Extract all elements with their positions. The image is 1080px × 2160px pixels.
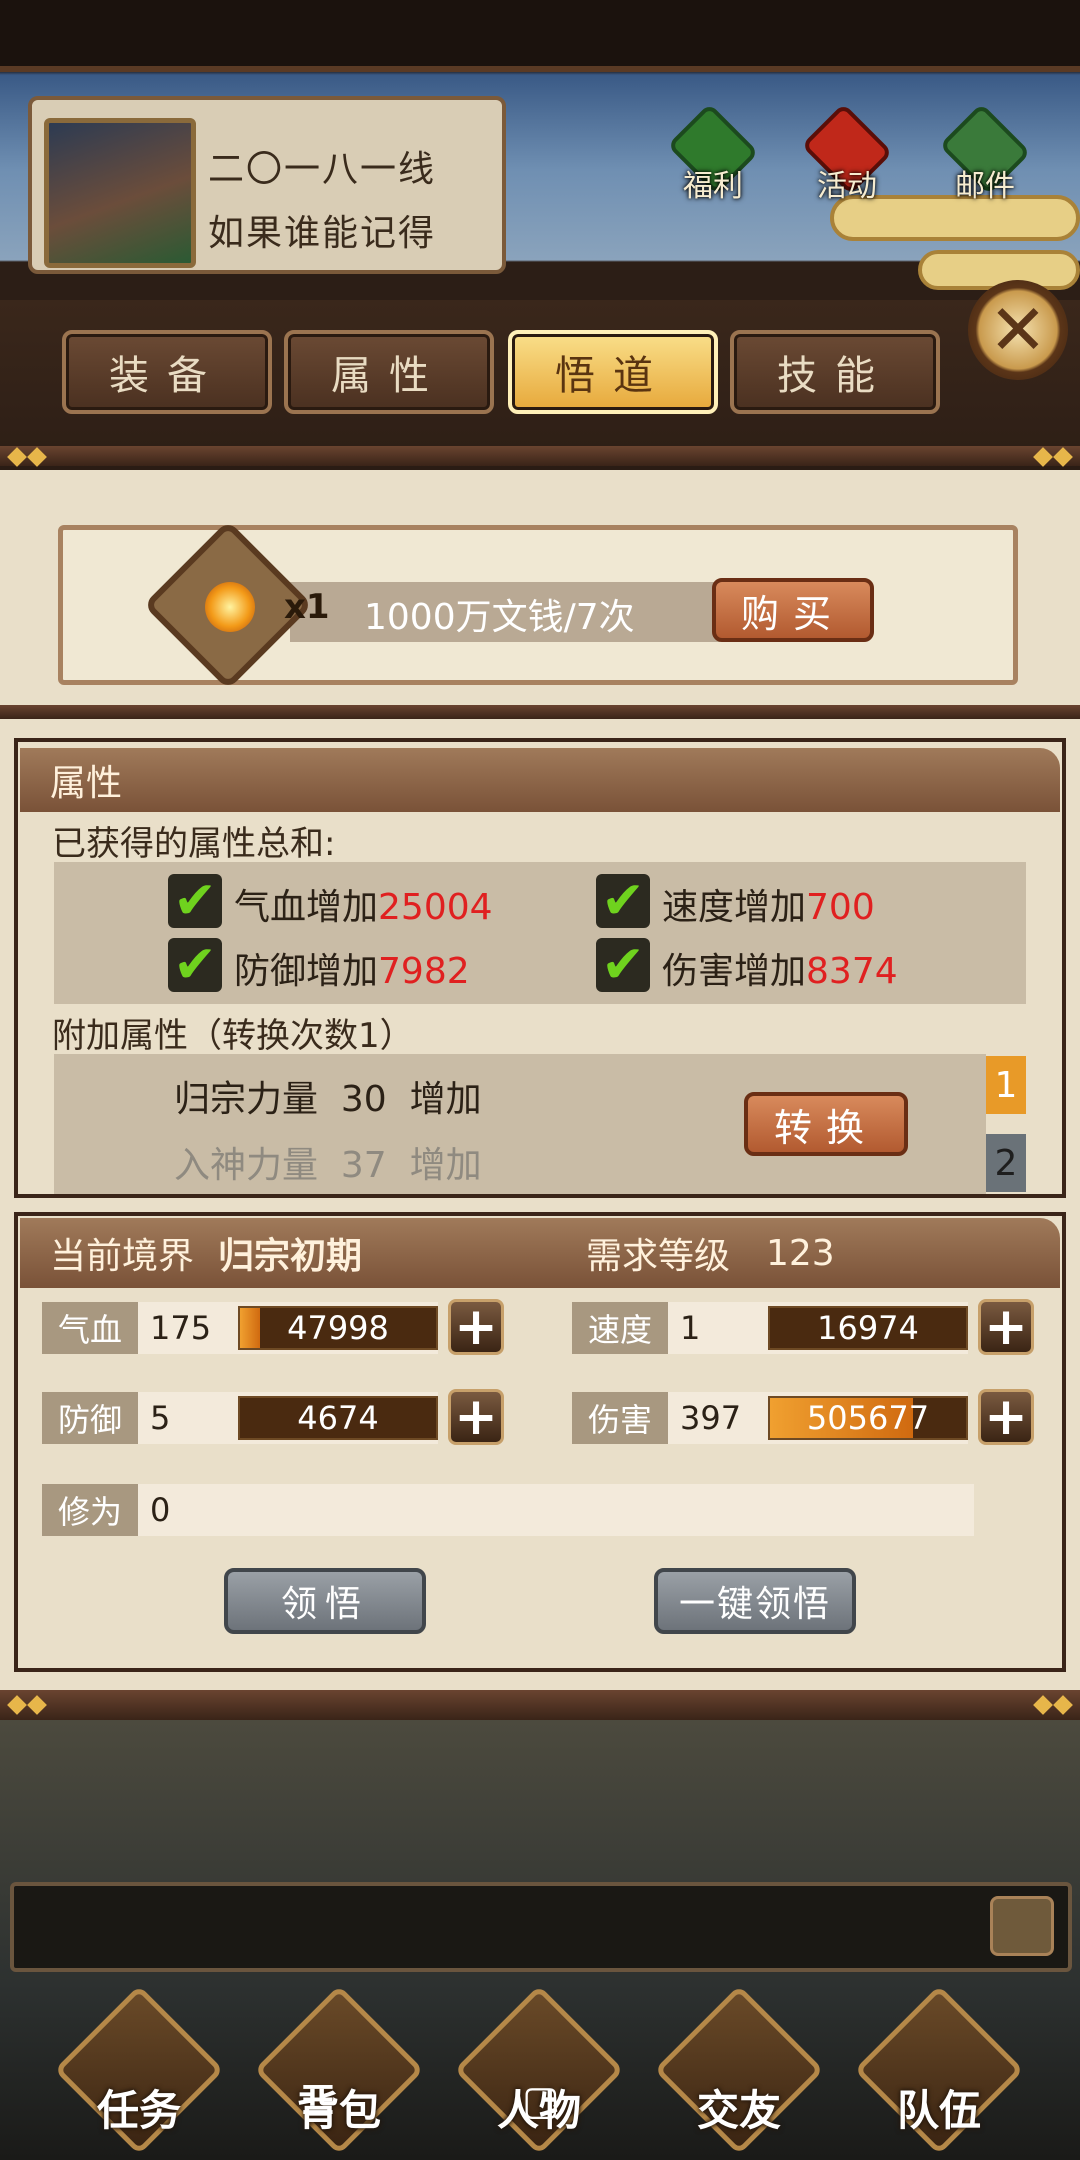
plus-icon: + [984, 1387, 1028, 1447]
hp-label: 气血 [42, 1302, 138, 1354]
speed-progress-bar: 16974 [768, 1306, 968, 1350]
realm-header: 当前境界 归宗初期 需求等级 123 [20, 1218, 1060, 1288]
player-subtitle: 如果谁能记得 [208, 213, 437, 254]
divider-mid [0, 705, 1080, 719]
plus-icon: + [454, 1297, 498, 1357]
plus-icon: + [454, 1387, 498, 1447]
tab-skills[interactable]: 技能 [730, 330, 940, 414]
tab-equipment[interactable]: 装备 [62, 330, 272, 414]
orb-core [205, 582, 255, 632]
speed-add-button[interactable]: + [978, 1299, 1034, 1355]
damage-progress-bar: 505677 [768, 1396, 968, 1440]
speed-label: 速度 [572, 1302, 668, 1354]
buy-button[interactable]: 购买 [712, 578, 874, 642]
check-icon: ✔ [168, 874, 222, 928]
extra-attribute-row: 归宗力量 30 增加 [174, 1079, 482, 1120]
check-icon: ✔ [596, 874, 650, 928]
defense-progress-bar: 4674 [238, 1396, 438, 1440]
benefits-button[interactable]: 福利 [658, 103, 768, 205]
chat-box[interactable] [10, 1882, 1072, 1972]
hp-progress-bar: 47998 [238, 1306, 438, 1350]
top-frame-bar [0, 0, 1080, 72]
divider-bottom [0, 1690, 1080, 1720]
hp-add-button[interactable]: + [448, 1299, 504, 1355]
hp-bonus: 气血增加25004 [234, 887, 493, 928]
page-tab-2[interactable]: 2 [986, 1134, 1026, 1192]
current-realm-label: 当前境界 [50, 1236, 195, 1277]
check-icon: ✔ [596, 938, 650, 992]
tab-enlightenment[interactable]: 悟道 [508, 330, 718, 414]
mail-button[interactable]: 邮件 [930, 103, 1040, 205]
system-back-button[interactable]: ‹ [756, 2078, 772, 2124]
defense-bonus: 防御增加7982 [234, 951, 470, 992]
player-avatar[interactable] [44, 118, 196, 268]
player-name: 二〇一八一线 [208, 149, 437, 190]
extra-attribute-row: 入神力量 37 增加 [174, 1145, 482, 1186]
attributes-header: 属性 [20, 748, 1060, 812]
cultivation-label: 修为 [42, 1484, 138, 1536]
check-icon: ✔ [168, 938, 222, 992]
attributes-title: 属性 [50, 763, 123, 804]
nav-quest[interactable]: 任务 [54, 1985, 224, 2160]
mail-label: 邮件 [955, 169, 1015, 204]
item-quantity: x1 [284, 587, 330, 627]
nav-character[interactable]: 人物 [454, 1985, 624, 2160]
system-menu-button[interactable]: ☰ [300, 2078, 336, 2124]
nav-quest-label: 任务 [96, 2086, 181, 2135]
required-level-value: 123 [766, 1232, 835, 1274]
current-realm-value: 归宗初期 [218, 1236, 363, 1277]
item-price: 1000万文钱/7次 [364, 597, 635, 638]
comprehend-button[interactable]: 领悟 [224, 1568, 426, 1634]
chat-emoji-icon[interactable] [990, 1896, 1054, 1956]
nav-bag[interactable]: 背包 [254, 1985, 424, 2160]
nav-team-label: 队伍 [896, 2086, 981, 2135]
speed-bonus: 速度增加700 [662, 887, 875, 928]
extra-attributes-label: 附加属性（转换次数1） [52, 1016, 414, 1056]
convert-button[interactable]: 转换 [744, 1092, 908, 1156]
system-home-button[interactable]: ▢ [522, 2078, 560, 2124]
divider-top [0, 446, 1080, 467]
page-tab-1[interactable]: 1 [986, 1056, 1026, 1114]
damage-label: 伤害 [572, 1392, 668, 1444]
nav-team[interactable]: 队伍 [854, 1985, 1024, 2160]
required-level-label: 需求等级 [586, 1236, 731, 1277]
event-label: 活动 [817, 169, 877, 204]
total-attributes-label: 已获得的属性总和: [52, 824, 336, 864]
defense-add-button[interactable]: + [448, 1389, 504, 1445]
close-button[interactable]: ✕ [968, 280, 1068, 380]
one-key-comprehend-button[interactable]: 一键领悟 [654, 1568, 856, 1634]
event-button[interactable]: 活动 [792, 103, 902, 205]
damage-bonus: 伤害增加8374 [662, 951, 898, 992]
nav-friends[interactable]: 交友 [654, 1985, 824, 2160]
cultivation-value: 0 [138, 1484, 974, 1536]
defense-label: 防御 [42, 1392, 138, 1444]
damage-add-button[interactable]: + [978, 1389, 1034, 1445]
benefits-label: 福利 [683, 169, 743, 204]
plus-icon: + [984, 1297, 1028, 1357]
tab-attributes[interactable]: 属性 [284, 330, 494, 414]
close-icon: ✕ [988, 289, 1048, 371]
